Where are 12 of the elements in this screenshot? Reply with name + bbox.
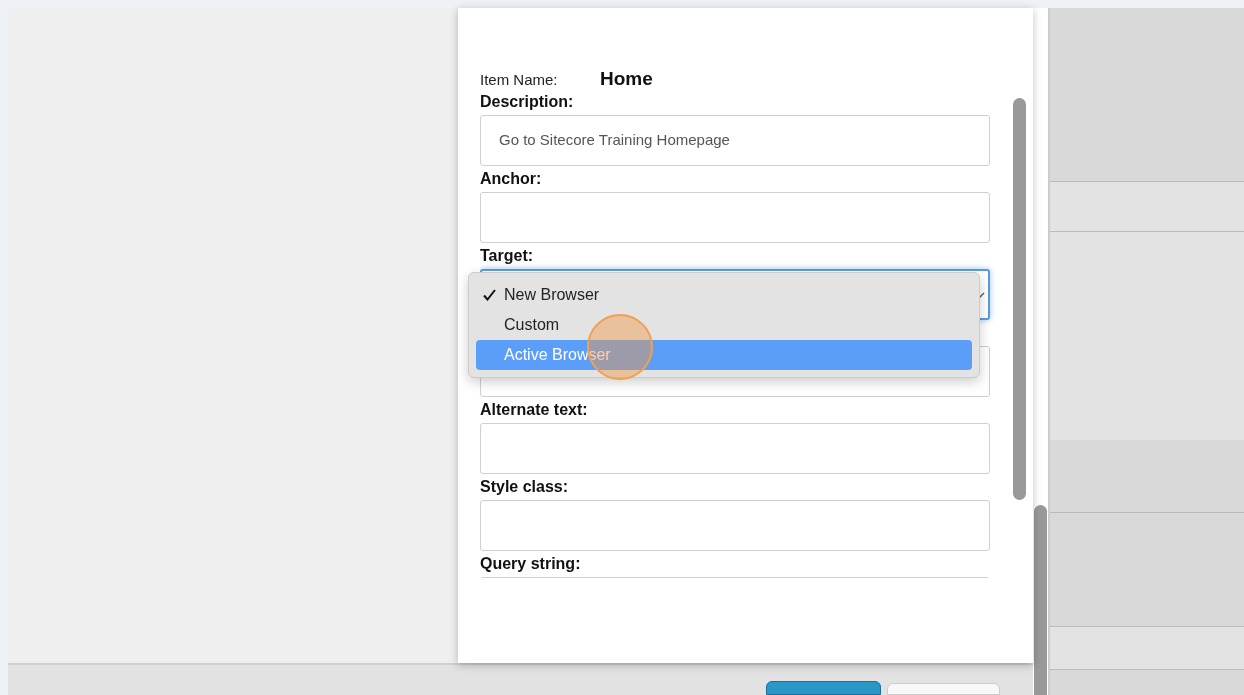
field-label: Alternate text: (480, 400, 588, 420)
item-name-value: Home (600, 67, 653, 91)
field-label: Anchor: (480, 169, 542, 189)
item-name-label: Item Name: (480, 70, 559, 90)
field-label: Query string: (480, 554, 581, 574)
field-label: Style class: (480, 477, 569, 497)
field-label: Target: (480, 246, 534, 266)
field-value: Go to Sitecore Training Homepage (499, 130, 730, 151)
text-field[interactable]: Go to Sitecore Training Homepage (480, 115, 990, 166)
field-label: Description: (480, 92, 574, 112)
dropdown-option[interactable]: Custom (476, 310, 972, 340)
dropdown-option[interactable]: New Browser (476, 280, 972, 310)
